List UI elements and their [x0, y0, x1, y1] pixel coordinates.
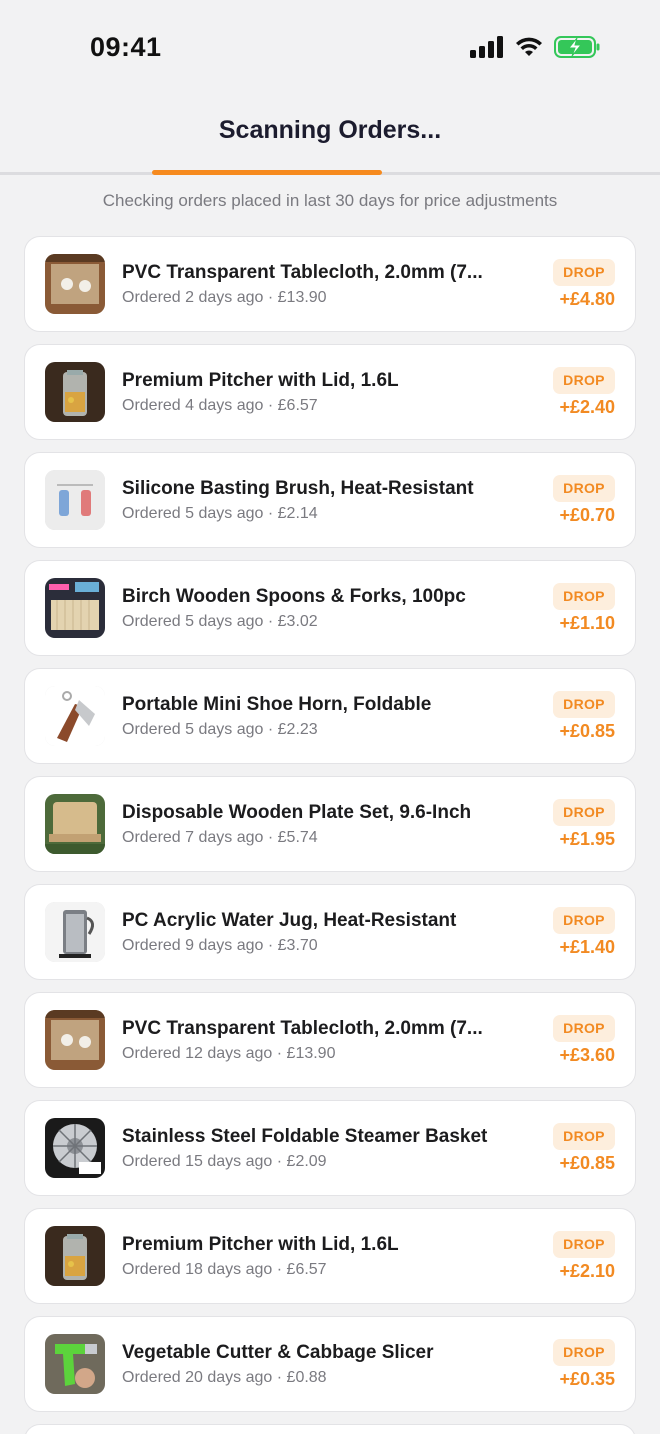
drop-amount: +£4.80	[559, 289, 615, 309]
order-meta: Ordered 9 days ago · £3.70	[122, 937, 318, 954]
order-meta: Ordered 5 days ago · £3.02	[122, 613, 318, 630]
order-title: Vegetable Cutter & Cabbage Slicer	[122, 1342, 434, 1363]
order-title: Premium Pitcher with Lid, 1.6L	[122, 370, 399, 391]
drop-badge: DROP	[553, 259, 615, 286]
pitcher-thumbnail	[45, 1226, 105, 1286]
order-meta: Ordered 15 days ago · £2.09	[122, 1153, 327, 1170]
scan-progress-fill	[152, 170, 382, 175]
slicer-thumbnail	[45, 1334, 105, 1394]
order-card[interactable]: Stainless Steel Foldable Steamer Basket …	[24, 1100, 636, 1196]
drop-badge: DROP	[553, 799, 615, 826]
header: Scanning Orders...	[0, 96, 660, 176]
jug-thumbnail	[45, 902, 105, 962]
order-meta: Ordered 18 days ago · £6.57	[122, 1261, 327, 1278]
order-card[interactable]: Portable Mini Shoe Horn, Foldable Ordere…	[24, 668, 636, 764]
drop-amount: +£3.60	[559, 1045, 615, 1065]
order-title: Stainless Steel Foldable Steamer Basket	[122, 1126, 488, 1147]
order-card-partial[interactable]	[24, 1424, 636, 1434]
drop-badge: DROP	[553, 1015, 615, 1042]
steamer-thumbnail	[45, 1118, 105, 1178]
order-title: PVC Transparent Tablecloth, 2.0mm (7...	[122, 262, 483, 283]
drop-amount: +£0.85	[559, 721, 615, 741]
order-card[interactable]: Birch Wooden Spoons & Forks, 100pc Order…	[24, 560, 636, 656]
brush-thumbnail	[45, 470, 105, 530]
order-card[interactable]: PC Acrylic Water Jug, Heat-Resistant Ord…	[24, 884, 636, 980]
battery-charging-icon	[554, 36, 600, 58]
drop-badge: DROP	[553, 475, 615, 502]
order-card[interactable]: Disposable Wooden Plate Set, 9.6-Inch Or…	[24, 776, 636, 872]
plate-thumbnail	[45, 794, 105, 854]
scan-subtitle: Checking orders placed in last 30 days f…	[102, 191, 558, 210]
order-card[interactable]: PVC Transparent Tablecloth, 2.0mm (7... …	[24, 992, 636, 1088]
drop-badge: DROP	[553, 691, 615, 718]
drop-badge: DROP	[553, 1339, 615, 1366]
order-list[interactable]: PVC Transparent Tablecloth, 2.0mm (7... …	[24, 236, 636, 1424]
drop-badge: DROP	[553, 583, 615, 610]
order-meta: Ordered 5 days ago · £2.23	[122, 721, 318, 738]
drop-amount: +£1.10	[559, 613, 615, 633]
order-card[interactable]: Vegetable Cutter & Cabbage Slicer Ordere…	[24, 1316, 636, 1412]
order-title: Premium Pitcher with Lid, 1.6L	[122, 1234, 399, 1255]
order-card[interactable]: PVC Transparent Tablecloth, 2.0mm (7... …	[24, 236, 636, 332]
cellular-signal-icon	[470, 36, 503, 58]
drop-amount: +£2.40	[559, 397, 615, 417]
drop-amount: +£2.10	[559, 1261, 615, 1281]
spoons-thumbnail	[45, 578, 105, 638]
order-title: Disposable Wooden Plate Set, 9.6-Inch	[122, 802, 472, 823]
status-bar: 09:41	[0, 0, 660, 96]
status-icons	[470, 36, 600, 58]
drop-amount: +£0.85	[559, 1153, 615, 1173]
tablecloth-thumbnail	[45, 1010, 105, 1070]
order-title: Silicone Basting Brush, Heat-Resistant	[122, 478, 474, 499]
drop-amount: +£1.40	[559, 937, 615, 957]
order-meta: Ordered 2 days ago · £13.90	[122, 289, 327, 306]
shoe-horn-thumbnail	[45, 686, 105, 746]
order-title: PVC Transparent Tablecloth, 2.0mm (7...	[122, 1018, 483, 1039]
order-meta: Ordered 12 days ago · £13.90	[122, 1045, 336, 1062]
drop-amount: +£0.70	[559, 505, 615, 525]
tablecloth-thumbnail	[45, 254, 105, 314]
order-card[interactable]: Premium Pitcher with Lid, 1.6L Ordered 4…	[24, 344, 636, 440]
order-title: PC Acrylic Water Jug, Heat-Resistant	[122, 910, 457, 931]
order-card[interactable]: Silicone Basting Brush, Heat-Resistant O…	[24, 452, 636, 548]
order-meta: Ordered 5 days ago · £2.14	[122, 505, 318, 522]
order-title: Portable Mini Shoe Horn, Foldable	[122, 694, 432, 715]
drop-amount: +£1.95	[559, 829, 615, 849]
drop-badge: DROP	[553, 1231, 615, 1258]
status-time: 09:41	[90, 32, 162, 62]
order-card[interactable]: Premium Pitcher with Lid, 1.6L Ordered 1…	[24, 1208, 636, 1304]
drop-badge: DROP	[553, 907, 615, 934]
order-meta: Ordered 7 days ago · £5.74	[122, 829, 318, 846]
order-meta: Ordered 4 days ago · £6.57	[122, 397, 318, 414]
page-title: Scanning Orders...	[218, 116, 442, 144]
order-title: Birch Wooden Spoons & Forks, 100pc	[122, 586, 466, 607]
drop-badge: DROP	[553, 367, 615, 394]
pitcher-thumbnail	[45, 362, 105, 422]
order-meta: Ordered 20 days ago · £0.88	[122, 1369, 327, 1386]
drop-badge: DROP	[553, 1123, 615, 1150]
drop-amount: +£0.35	[559, 1369, 615, 1389]
wifi-icon	[516, 37, 542, 56]
